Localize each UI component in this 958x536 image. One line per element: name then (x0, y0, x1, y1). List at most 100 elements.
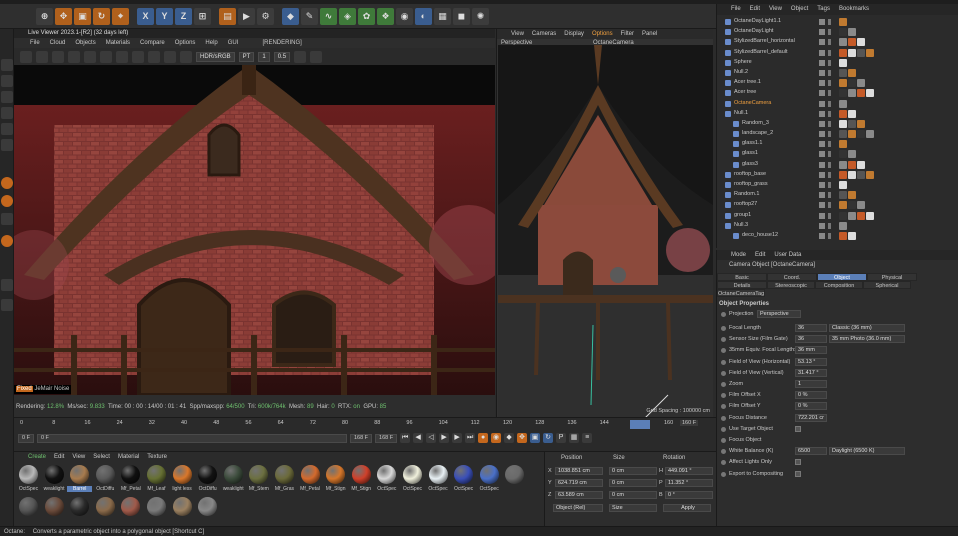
material-swatch[interactable]: Mf_Leaf (144, 464, 169, 495)
visibility-toggle[interactable] (819, 49, 825, 56)
next-key-icon[interactable]: ▶ (452, 433, 463, 443)
move-key-icon[interactable]: ✥ (517, 433, 528, 443)
snap-icon[interactable] (1, 195, 13, 207)
stop-render-icon[interactable] (68, 50, 80, 63)
attribute-value[interactable]: 0 % (795, 391, 827, 400)
send-scene-icon[interactable] (20, 50, 32, 63)
pla-key-icon[interactable]: ▦ (569, 433, 580, 443)
material-tag-icon[interactable] (866, 48, 874, 57)
object-row[interactable]: OctaneDayLight1.1 (717, 17, 958, 27)
cloner-icon[interactable]: ✿ (358, 7, 375, 25)
visibility-toggle[interactable] (819, 212, 825, 219)
start-frame-field[interactable]: 0 F (18, 433, 34, 443)
render-toggle[interactable] (828, 100, 831, 107)
object-row[interactable]: Null.3 (717, 221, 958, 231)
attribute-checkbox[interactable] (795, 425, 801, 432)
animate-dot[interactable] (721, 382, 726, 387)
y-axis-button[interactable]: Y (156, 7, 173, 25)
material-swatch[interactable]: Mf_Gras (272, 464, 297, 495)
material-tag-icon[interactable] (839, 181, 847, 189)
go-start-icon[interactable]: ⏮ (400, 433, 411, 443)
animate-dot[interactable] (721, 438, 726, 443)
play-back-icon[interactable]: ◁ (426, 433, 437, 443)
vp-menu-panel[interactable]: Panel (642, 29, 657, 39)
autokey-icon[interactable]: ◉ (491, 433, 502, 443)
object-row[interactable]: landscape_2 (717, 129, 958, 139)
spline-icon[interactable]: ∿ (320, 7, 337, 25)
material-tag-icon[interactable] (857, 79, 865, 88)
material-tag-icon[interactable] (857, 211, 865, 220)
visibility-toggle[interactable] (819, 222, 825, 229)
lv-menu-materials[interactable]: Materials (106, 38, 130, 48)
material-swatch[interactable]: OctSpec (451, 464, 476, 495)
om-menu-object[interactable]: Object (791, 4, 808, 15)
focus-picker-icon[interactable] (132, 50, 144, 63)
animate-dot[interactable] (721, 370, 726, 376)
keyframe-icon[interactable]: ◆ (504, 433, 515, 443)
om-menu-view[interactable]: View (769, 4, 782, 15)
object-row[interactable]: glass1.1 (717, 139, 958, 149)
material-tag-icon[interactable] (848, 68, 856, 77)
rotation-field[interactable]: 449.091 ° (665, 467, 713, 475)
material-tag-icon[interactable] (839, 201, 847, 210)
object-row[interactable]: OctaneCamera (717, 99, 958, 109)
om-menu-edit[interactable]: Edit (750, 4, 760, 15)
visibility-toggle[interactable] (819, 100, 825, 107)
object-picker-icon[interactable] (164, 50, 176, 63)
render-toggle[interactable] (828, 212, 831, 219)
tab-details[interactable]: Details (717, 281, 767, 289)
render-view[interactable]: Fixed JeMair Noise (14, 65, 495, 395)
coord-system-icon[interactable]: ⊞ (194, 7, 211, 25)
material-tag-icon[interactable] (848, 211, 856, 220)
material-tag-icon[interactable] (848, 170, 856, 179)
object-row[interactable]: deco_house12 (717, 231, 958, 241)
am-menu-edit[interactable]: Edit (755, 250, 765, 260)
attribute-value[interactable]: 36 mm (795, 346, 827, 355)
animate-dot[interactable] (721, 393, 726, 399)
points-mode-icon[interactable] (1, 107, 13, 119)
scale-icon[interactable]: ▣ (74, 7, 91, 25)
rotate-icon[interactable]: ↻ (93, 7, 110, 25)
om-menu-file[interactable]: File (731, 4, 741, 15)
object-row[interactable]: Null.1 (717, 109, 958, 119)
om-menu-tags[interactable]: Tags (817, 4, 830, 15)
visibility-toggle[interactable] (819, 69, 825, 76)
material-tag-icon[interactable] (839, 79, 847, 88)
render-toggle[interactable] (828, 110, 831, 117)
material-swatch[interactable]: OctSpec (400, 464, 425, 495)
material-swatch[interactable]: OctSpec (426, 464, 451, 495)
material-tag-icon[interactable] (857, 119, 865, 128)
material-tag-icon[interactable] (857, 48, 865, 57)
z-axis-button[interactable]: Z (175, 7, 192, 25)
lv-menu-gui[interactable]: GUI (228, 38, 239, 48)
size-mode-select[interactable]: Size (609, 504, 657, 512)
animate-dot[interactable] (721, 359, 726, 365)
material-swatch[interactable]: Mf_Stign (323, 464, 348, 495)
visibility-toggle[interactable] (819, 141, 825, 148)
render-toggle[interactable] (828, 232, 831, 239)
vp-menu-display[interactable]: Display (564, 29, 584, 39)
material-swatch[interactable]: Barrel (67, 464, 93, 495)
mm-menu-material[interactable]: Material (118, 452, 139, 462)
texture-mode-icon[interactable] (1, 91, 13, 103)
attribute-value[interactable]: 1 (795, 380, 827, 388)
projection-select[interactable]: Perspective (757, 310, 801, 318)
animate-dot[interactable] (721, 348, 726, 354)
timeline-icon[interactable]: ≡ (582, 433, 593, 443)
mm-menu-texture[interactable]: Texture (147, 452, 167, 462)
material-swatch[interactable]: OctSpec (374, 464, 399, 495)
attribute-dropdown[interactable]: 35 mm Photo (36.0 mm) (829, 335, 905, 344)
object-row[interactable]: Sphere (717, 58, 958, 68)
material-tag-icon[interactable] (848, 48, 856, 57)
material-swatch[interactable]: weaklight (42, 464, 67, 495)
material-swatch[interactable]: Mf_Stign (349, 464, 374, 495)
material-tag-icon[interactable] (839, 191, 847, 200)
attribute-checkbox[interactable] (795, 470, 801, 477)
attribute-value[interactable]: 722.201 cr (795, 413, 827, 422)
material-swatch[interactable] (144, 496, 169, 527)
size-field[interactable]: 0 cm (609, 491, 657, 499)
material-tag-icon[interactable] (857, 38, 865, 47)
transform-icon[interactable]: ⌖ (112, 7, 129, 25)
render-toggle[interactable] (828, 222, 831, 229)
rotation-field[interactable]: 0 ° (665, 491, 713, 499)
